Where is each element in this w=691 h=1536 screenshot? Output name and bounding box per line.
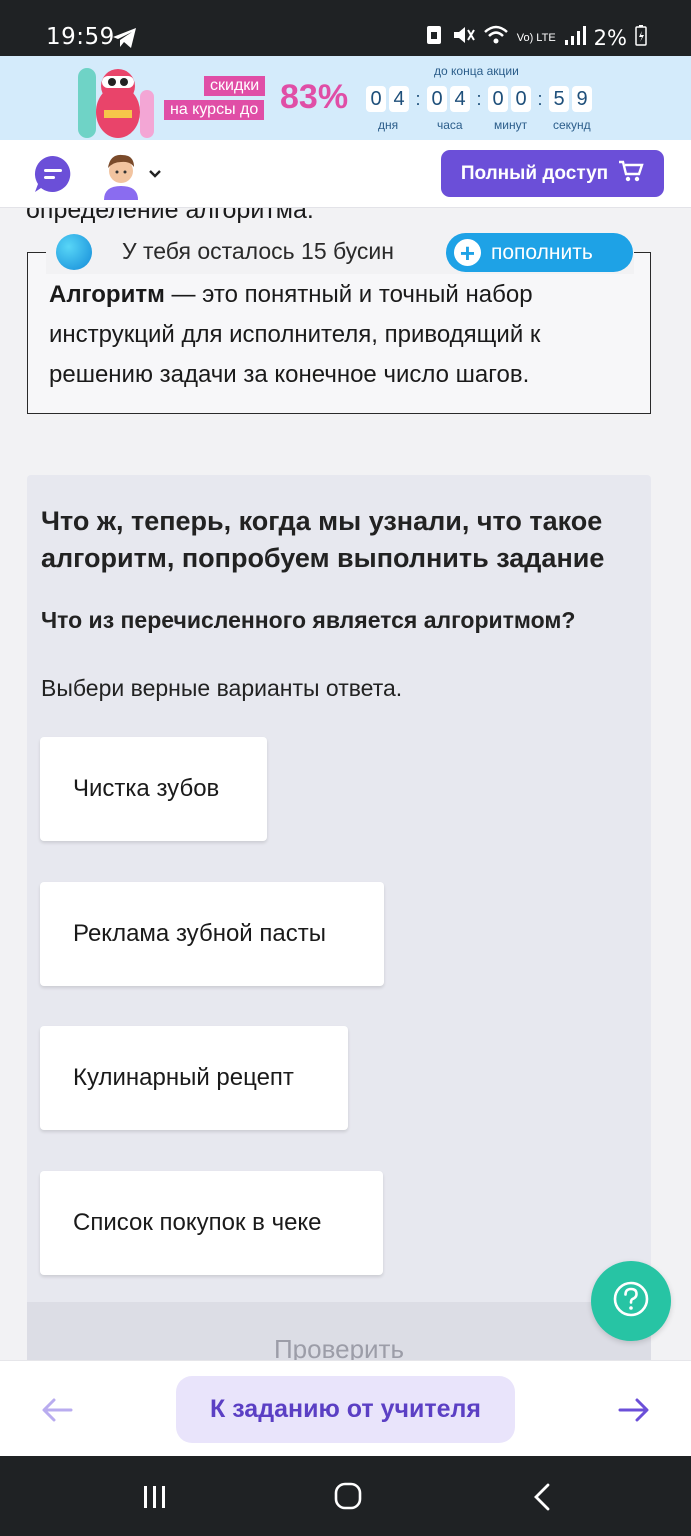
- discount-percent: 83%: [280, 78, 349, 116]
- help-button[interactable]: [591, 1261, 671, 1341]
- timer-digit: 4: [450, 86, 470, 112]
- arrow-right-icon[interactable]: [617, 1395, 651, 1430]
- promo-tag: скидки: [204, 76, 266, 96]
- status-icons: Vo) LTE 2%: [425, 24, 647, 52]
- countdown-timer: 0 4 : 0 4 : 0 0 : 5 9: [366, 86, 595, 112]
- countdown-caption: до конца акции: [434, 64, 519, 78]
- mute-icon: [451, 24, 475, 52]
- arrow-left-icon[interactable]: [40, 1395, 74, 1430]
- answer-option[interactable]: Реклама зубной пасты: [40, 882, 384, 986]
- timer-digit: 0: [427, 86, 447, 112]
- timer-digit: 4: [389, 86, 409, 112]
- task-title: Что ж, теперь, когда мы узнали, что тако…: [41, 506, 605, 573]
- task-question: Что из перечисленного является алгоритмо…: [41, 607, 576, 633]
- task-card: Что ж, теперь, когда мы узнали, что тако…: [27, 475, 651, 1360]
- lte-indicator: Vo) LTE: [516, 31, 556, 44]
- battery-icon: [635, 24, 647, 52]
- timer-separator: :: [476, 88, 482, 109]
- task-instruction: Выбери верные варианты ответа.: [41, 675, 403, 701]
- full-access-label: Полный доступ: [460, 162, 609, 184]
- timer-digit: 9: [572, 86, 592, 112]
- teacher-task-label: К заданию от учителя: [210, 1395, 481, 1423]
- teacher-task-button[interactable]: К заданию от учителя: [176, 1376, 515, 1443]
- answer-option-label: Список покупок в чеке: [73, 1209, 322, 1236]
- answer-option-label: Реклама зубной пасты: [73, 920, 326, 947]
- app-header: Полный доступ: [0, 140, 691, 208]
- cart-icon: [618, 159, 644, 189]
- wifi-icon: [483, 24, 509, 52]
- timer-separator: :: [415, 88, 421, 109]
- lesson-content[interactable]: определение алгоритма. Алгоритм — это по…: [0, 208, 691, 1360]
- plus-icon: +: [454, 239, 481, 266]
- definition-text: Алгоритм — это понятный и точный набор и…: [49, 275, 639, 395]
- timer-label: секунд: [553, 118, 591, 132]
- partial-heading: определение алгоритма.: [26, 208, 314, 224]
- chevron-down-icon[interactable]: [148, 166, 162, 184]
- status-bar: 19:59 Vo) LTE 2%: [0, 0, 691, 56]
- sim-icon: [425, 24, 443, 52]
- answer-option[interactable]: Кулинарный рецепт: [40, 1026, 348, 1130]
- back-icon[interactable]: [532, 1482, 552, 1517]
- beads-balance: У тебя осталось 15 бусин + пополнить: [46, 230, 634, 274]
- timer-label: минут: [494, 118, 528, 132]
- definition-term: Алгоритм: [49, 281, 165, 308]
- timer-digit: 5: [549, 86, 569, 112]
- home-icon[interactable]: [334, 1482, 362, 1515]
- timer-digit: 0: [511, 86, 531, 112]
- topup-label: пополнить: [491, 240, 593, 264]
- definition-box: Алгоритм — это понятный и точный набор и…: [27, 252, 651, 414]
- promo-banner[interactable]: скидки на курсы до 83% до конца акции 0 …: [0, 56, 691, 140]
- answer-option-label: Кулинарный рецепт: [73, 1064, 294, 1091]
- check-button[interactable]: Проверить: [27, 1302, 651, 1360]
- timer-digit: 0: [366, 86, 386, 112]
- answer-option[interactable]: Чистка зубов: [40, 737, 267, 841]
- telegram-icon: [112, 27, 138, 54]
- system-nav-bar: [0, 1456, 691, 1536]
- full-access-button[interactable]: Полный доступ: [441, 150, 664, 197]
- timer-digit: 0: [488, 86, 508, 112]
- topup-button[interactable]: + пополнить: [446, 233, 633, 272]
- timer-label: дня: [378, 118, 399, 132]
- answer-option-label: Чистка зубов: [73, 775, 220, 802]
- timer-separator: :: [537, 88, 543, 109]
- check-button-label: Проверить: [273, 1334, 405, 1360]
- recent-apps-icon[interactable]: [142, 1484, 168, 1515]
- signal-icon: [564, 24, 586, 52]
- bottom-nav: К заданию от учителя: [0, 1360, 691, 1456]
- battery-percent: 2%: [593, 26, 627, 50]
- answer-option[interactable]: Список покупок в чеке: [40, 1171, 383, 1275]
- chat-menu-icon[interactable]: [33, 154, 73, 194]
- avatar[interactable]: [100, 150, 142, 200]
- timer-label: часа: [437, 118, 463, 132]
- bead-icon: [56, 234, 92, 270]
- beads-count-text: У тебя осталось 15 бусин: [122, 238, 394, 264]
- question-icon: [612, 1280, 650, 1323]
- clock: 19:59: [46, 24, 115, 50]
- promo-tag: на курсы до: [164, 100, 265, 120]
- dragon-mascot-icon: [74, 60, 164, 140]
